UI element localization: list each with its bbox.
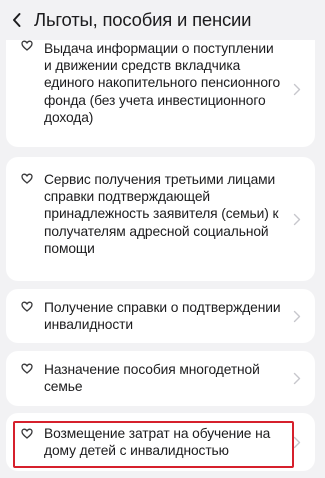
heart-outline-icon[interactable] [21,301,33,312]
chevron-right-icon [293,310,301,323]
chevron-right-icon [293,213,301,226]
heart-outline-icon[interactable] [21,363,33,374]
service-card-large-family-allowance[interactable]: Назначение пособия многодетной семье [6,351,315,406]
service-card-disability-certificate[interactable]: Получение справки о подтверждении инвали… [6,289,315,343]
service-label: Получение справки о подтверждении инвали… [44,300,281,333]
back-button[interactable] [0,0,34,40]
chevron-left-icon [13,13,21,27]
service-card-social-aid-certificate[interactable]: Сервис получения третьими лицами справки… [6,157,315,281]
service-label: Сервис получения третьими лицами справки… [44,172,279,256]
service-label: Возмещение затрат на обучение на дому де… [44,426,271,459]
chevron-right-icon [293,372,301,385]
service-label: Назначение пособия многодетной семье [44,362,260,395]
top-bar: Льготы, пособия и пенсии [0,0,325,40]
chevron-right-icon [293,436,301,449]
chevron-right-icon [293,83,301,96]
screen: Выдача информации о поступлении и движен… [0,0,325,478]
service-card-home-education-reimbursement[interactable]: Возмещение затрат на обучение на дому де… [6,413,315,471]
service-label: Выдача информации о поступлении и движен… [44,41,281,125]
heart-outline-icon[interactable] [21,40,33,51]
heart-outline-icon[interactable] [21,428,33,439]
heart-outline-icon[interactable] [21,173,33,184]
page-title: Льготы, пособия и пенсии [34,9,252,30]
